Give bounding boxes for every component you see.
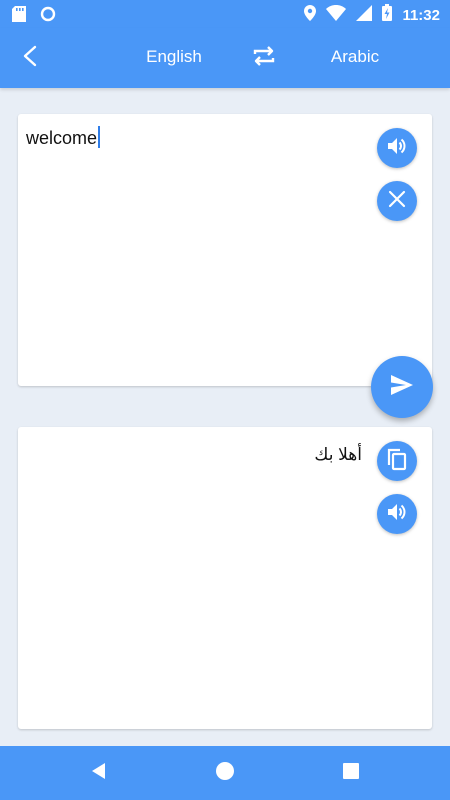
target-language-selector[interactable]: Arabic: [312, 47, 398, 67]
system-nav-bar: [0, 746, 450, 800]
source-text-input[interactable]: welcome: [26, 126, 101, 149]
home-circle-icon: [215, 761, 235, 786]
nav-back-button[interactable]: [86, 760, 112, 786]
input-card: welcome: [18, 114, 432, 386]
back-arrow-icon: [21, 45, 39, 72]
speaker-icon: [386, 135, 408, 162]
back-triangle-icon: [89, 761, 109, 786]
clock: 11:32: [402, 6, 440, 24]
translate-button[interactable]: [371, 356, 433, 418]
speak-translation-button[interactable]: [377, 494, 417, 534]
speaker-icon: [386, 501, 408, 528]
status-bar: 11:32: [0, 0, 450, 28]
back-button[interactable]: [14, 42, 46, 74]
copy-translation-button[interactable]: [377, 441, 417, 481]
swap-languages-button[interactable]: [250, 44, 278, 72]
output-card: أهلا بك: [18, 427, 432, 729]
translated-text: أهلا بك: [314, 445, 362, 464]
send-icon: [390, 374, 414, 401]
text-caret: [98, 126, 101, 148]
source-text-value: welcome: [26, 128, 98, 148]
clear-icon: [388, 190, 406, 213]
battery-charging-icon: [382, 4, 393, 26]
clear-input-button[interactable]: [377, 181, 417, 221]
speak-source-button[interactable]: [377, 128, 417, 168]
copy-icon: [386, 447, 408, 476]
nav-recents-button[interactable]: [338, 760, 364, 786]
app-bar: English Arabic: [0, 28, 450, 88]
signal-icon: [356, 4, 373, 26]
sd-card-icon: [12, 6, 26, 27]
wifi-icon: [326, 4, 347, 26]
nav-home-button[interactable]: [212, 760, 238, 786]
location-icon: [304, 4, 317, 26]
recents-square-icon: [342, 762, 360, 785]
source-language-selector[interactable]: English: [128, 47, 220, 67]
circle-icon: [40, 6, 56, 27]
swap-icon: [252, 45, 276, 72]
